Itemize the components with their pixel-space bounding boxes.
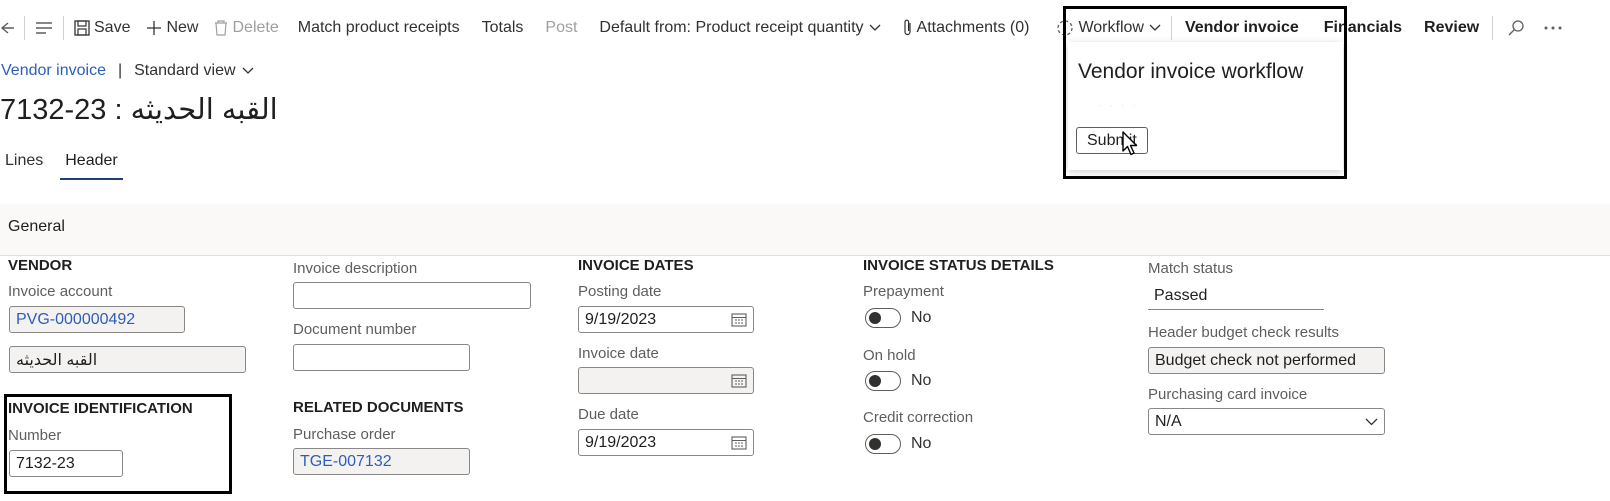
credit-correction-value: No	[911, 435, 932, 452]
invoice-description-label: Invoice description	[293, 260, 418, 277]
highlight-box	[4, 394, 232, 494]
invoice-date-field[interactable]	[578, 367, 754, 394]
menu-icon[interactable]	[27, 8, 61, 48]
calendar-icon[interactable]	[731, 312, 747, 332]
delete-button[interactable]: Delete	[206, 8, 286, 48]
purchasing-card-select[interactable]: N/A	[1148, 408, 1385, 435]
breadcrumb-separator: |	[117, 62, 123, 79]
tab-lines[interactable]: Lines	[5, 152, 43, 180]
page-tabs: Lines Header	[5, 152, 145, 180]
delete-label: Delete	[232, 19, 279, 36]
document-number-field[interactable]	[293, 344, 470, 371]
action-pane: Save New Delete Match product receipts T…	[0, 8, 1610, 48]
mouse-cursor-icon	[1122, 131, 1140, 162]
toggle-switch[interactable]	[865, 308, 901, 328]
tab-header[interactable]: Header	[60, 152, 123, 180]
new-button[interactable]: New	[138, 8, 206, 48]
divider	[24, 16, 25, 40]
review-tab[interactable]: Review	[1413, 8, 1490, 48]
prepayment-value: No	[911, 309, 932, 326]
posting-date-field[interactable]: 9/19/2023	[578, 306, 754, 333]
prepayment-label: Prepayment	[863, 283, 944, 300]
attachments-label: Attachments (0)	[916, 19, 1030, 36]
back-arrow-icon[interactable]	[0, 8, 22, 48]
section-header[interactable]	[0, 204, 1610, 256]
save-label: Save	[94, 19, 131, 36]
calendar-icon[interactable]	[731, 373, 747, 393]
save-icon	[74, 20, 90, 36]
purchase-order-field[interactable]: TGE-007132	[293, 448, 470, 475]
breadcrumb: Vendor invoice | Standard view	[1, 62, 254, 80]
match-status-value: Passed	[1148, 285, 1324, 310]
totals-button[interactable]: Totals	[471, 8, 535, 48]
divider	[1492, 16, 1494, 40]
attachments-button[interactable]: Attachments (0)	[892, 8, 1041, 48]
vendor-heading: VENDOR	[8, 257, 73, 274]
chevron-down-icon	[242, 67, 254, 75]
purchasing-card-label: Purchasing card invoice	[1148, 386, 1308, 403]
due-date-value: 9/19/2023	[585, 433, 657, 451]
toggle-switch[interactable]	[865, 434, 901, 454]
page-title: 7132-23 : القبه الحديثه	[0, 94, 278, 126]
chevron-down-icon	[869, 24, 881, 32]
section-title-general: General	[8, 218, 65, 235]
view-label: Standard view	[134, 62, 236, 79]
calendar-icon[interactable]	[731, 435, 747, 455]
document-number-label: Document number	[293, 321, 417, 338]
budget-check-field: Budget check not performed	[1148, 347, 1385, 374]
search-icon[interactable]	[1495, 8, 1537, 48]
more-options-icon[interactable]	[1537, 8, 1569, 48]
posting-date-label: Posting date	[578, 283, 662, 300]
credit-correction-toggle[interactable]: No	[865, 434, 931, 454]
match-status-label: Match status	[1148, 260, 1234, 277]
on-hold-label: On hold	[863, 347, 916, 364]
on-hold-value: No	[911, 372, 932, 389]
due-date-field[interactable]: 9/19/2023	[578, 429, 754, 456]
budget-check-label: Header budget check results	[1148, 324, 1339, 341]
toggle-switch[interactable]	[865, 371, 901, 391]
invoice-dates-heading: INVOICE DATES	[578, 257, 694, 274]
on-hold-toggle[interactable]: No	[865, 371, 931, 391]
invoice-status-heading: INVOICE STATUS DETAILS	[863, 257, 1054, 274]
posting-date-value: 9/19/2023	[585, 310, 657, 328]
chevron-down-icon	[1365, 418, 1378, 426]
purchasing-card-value: N/A	[1155, 412, 1182, 430]
default-from-dropdown[interactable]: Default from: Product receipt quantity	[588, 8, 891, 48]
highlight-box	[1063, 6, 1347, 179]
related-documents-heading: RELATED DOCUMENTS	[293, 399, 464, 416]
divider	[63, 16, 64, 40]
save-button[interactable]: Save	[66, 8, 138, 48]
prepayment-toggle[interactable]: No	[865, 308, 931, 328]
vendor-name-field: القبه الحديثه	[9, 346, 246, 373]
match-product-receipts-button[interactable]: Match product receipts	[287, 8, 471, 48]
invoice-account-label: Invoice account	[8, 283, 113, 300]
default-from-label: Default from: Product receipt quantity	[599, 19, 864, 36]
breadcrumb-link[interactable]: Vendor invoice	[1, 62, 106, 80]
due-date-label: Due date	[578, 406, 639, 423]
trash-icon	[214, 20, 228, 36]
invoice-account-field[interactable]: PVG-000000492	[9, 306, 185, 333]
paperclip-icon	[903, 19, 913, 37]
new-label: New	[166, 19, 199, 36]
invoice-date-label: Invoice date	[578, 345, 659, 362]
credit-correction-label: Credit correction	[863, 409, 974, 426]
invoice-description-field[interactable]	[293, 282, 531, 309]
plus-icon	[146, 20, 162, 36]
view-selector[interactable]: Standard view	[134, 62, 253, 80]
purchase-order-label: Purchase order	[293, 426, 396, 443]
post-button[interactable]: Post	[534, 8, 588, 48]
